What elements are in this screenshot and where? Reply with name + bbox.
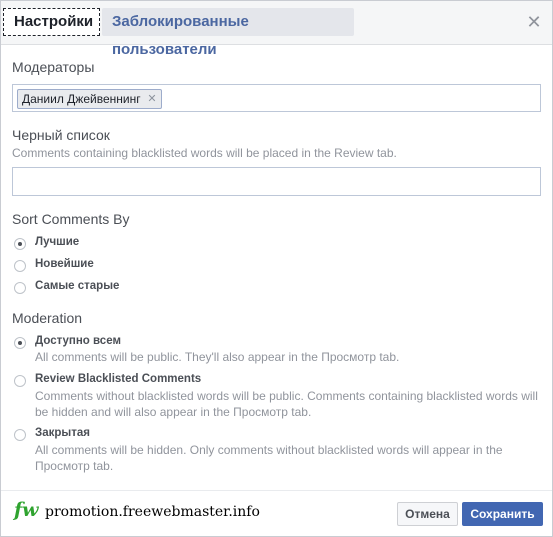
moderation-title: Moderation <box>12 310 83 326</box>
sort-title: Sort Comments By <box>12 211 130 227</box>
radio-button[interactable] <box>14 429 26 441</box>
sort-option-label: Лучшие <box>35 236 80 248</box>
sort-option-label: Самые старые <box>35 280 120 292</box>
blacklist-input[interactable] <box>12 167 541 196</box>
moderation-option-label: Доступно всем <box>35 335 121 347</box>
tab-blocked-users[interactable]: Заблокированные пользователи <box>102 8 354 58</box>
logo-mark: fw <box>14 499 39 521</box>
save-button[interactable]: Сохранить <box>462 502 543 526</box>
settings-dialog: Настройки Заблокированные пользователи ✕… <box>0 0 553 537</box>
moderator-token: Даниил Джейвеннинг ✕ <box>17 89 162 109</box>
tab-bar: Настройки Заблокированные пользователи ✕ <box>1 1 552 58</box>
moderation-option-label: Review Blacklisted Comments <box>35 373 202 385</box>
remove-token-icon[interactable]: ✕ <box>147 90 156 108</box>
moderation-option-desc: All comments will be public. They'll als… <box>35 350 400 364</box>
moderation-option-label: Закрытая <box>35 427 90 439</box>
moderators-title: Модераторы <box>12 59 95 75</box>
footer-divider <box>1 490 552 491</box>
blacklist-title: Черный список <box>12 127 110 143</box>
sort-option-label: Новейшие <box>35 258 94 270</box>
cancel-button[interactable]: Отмена <box>397 502 458 526</box>
tab-settings[interactable]: Настройки <box>3 8 100 36</box>
moderation-option-desc: Comments without blacklisted words will … <box>35 389 538 419</box>
radio-button[interactable] <box>14 260 26 272</box>
radio-button[interactable] <box>14 282 26 294</box>
radio-button[interactable] <box>14 238 26 250</box>
moderator-token-label: Даниил Джейвеннинг <box>22 92 141 106</box>
moderation-option-desc: All comments will be hidden. Only commen… <box>35 443 503 473</box>
blacklist-hint: Comments containing blacklisted words wi… <box>12 146 397 160</box>
radio-button[interactable] <box>14 375 26 387</box>
radio-button[interactable] <box>14 337 26 349</box>
close-icon[interactable]: ✕ <box>526 13 542 31</box>
logo-text: promotion.freewebmaster.info <box>45 504 260 520</box>
moderators-input[interactable]: Даниил Джейвеннинг ✕ <box>12 84 541 112</box>
